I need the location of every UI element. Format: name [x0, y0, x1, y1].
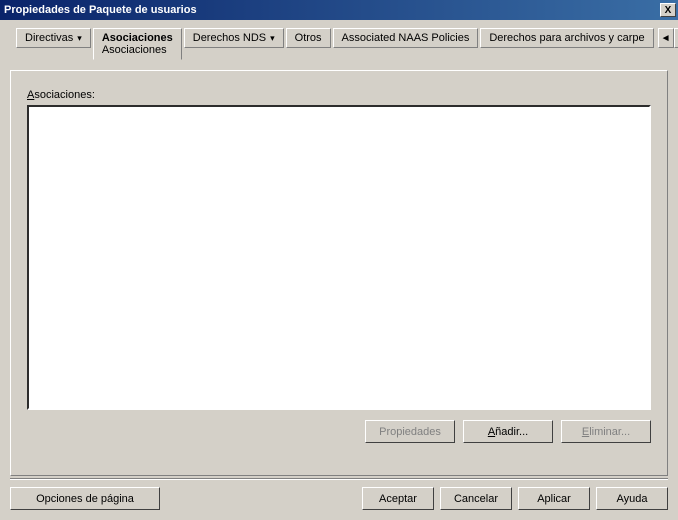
tab-derechos-archivos[interactable]: Derechos para archivos y carpe [480, 28, 653, 48]
tab-label: Directivas [25, 32, 73, 44]
button-label: Opciones de página [36, 493, 134, 505]
tab-label: Derechos para archivos y carpe [489, 32, 644, 44]
apply-button[interactable]: Aplicar [518, 487, 590, 510]
arrow-left-icon: ◄ [661, 33, 671, 44]
tab-label: Asociaciones [102, 32, 173, 44]
tab-asociaciones[interactable]: Asociaciones Asociaciones [93, 28, 182, 60]
tab-scroll: ◄ ► [658, 28, 678, 48]
ok-button[interactable]: Aceptar [362, 487, 434, 510]
client-area: Directivas ▾ Asociaciones Asociaciones De… [0, 20, 678, 520]
window-title: Propiedades de Paquete de usuarios [4, 4, 660, 16]
tab-scroll-left[interactable]: ◄ [658, 28, 674, 48]
tab-otros[interactable]: Otros [286, 28, 331, 48]
tab-label: Associated NAAS Policies [342, 32, 470, 44]
list-label-rest: sociaciones: [34, 89, 95, 101]
button-label: Eliminar... [582, 426, 630, 438]
button-label: Ayuda [617, 493, 648, 505]
cancel-button[interactable]: Cancelar [440, 487, 512, 510]
associations-listbox[interactable] [27, 105, 651, 410]
button-label: Aplicar [537, 493, 571, 505]
chevron-down-icon: ▾ [77, 33, 82, 43]
help-button[interactable]: Ayuda [596, 487, 668, 510]
tab-scroll-right[interactable]: ► [674, 28, 678, 48]
page-options-button[interactable]: Opciones de página [10, 487, 160, 510]
delete-button: Eliminar... [561, 420, 651, 443]
tab-label: Derechos NDS [193, 32, 266, 44]
button-label: Aceptar [379, 493, 417, 505]
button-label: Propiedades [379, 426, 441, 438]
add-button[interactable]: Añadir... [463, 420, 553, 443]
tab-panel: Asociaciones: Propiedades Añadir... Elim… [10, 70, 668, 476]
tab-associated-naas[interactable]: Associated NAAS Policies [333, 28, 479, 48]
panel-button-row: Propiedades Añadir... Eliminar... [27, 420, 651, 443]
tab-strip: Directivas ▾ Asociaciones Asociaciones De… [8, 28, 670, 60]
tab-label: Otros [295, 32, 322, 44]
close-icon: X [665, 5, 672, 16]
button-label: Añadir... [488, 426, 528, 438]
separator [10, 478, 668, 480]
title-bar: Propiedades de Paquete de usuarios X [0, 0, 678, 20]
dialog-button-row: Opciones de página Aceptar Cancelar Apli… [10, 487, 668, 510]
tab-derechos-nds[interactable]: Derechos NDS ▾ [184, 28, 284, 48]
tab-directivas[interactable]: Directivas ▾ [16, 28, 91, 48]
list-label: Asociaciones: [27, 89, 651, 101]
tab-sublabel: Asociaciones [102, 44, 167, 56]
button-label: Cancelar [454, 493, 498, 505]
chevron-down-icon: ▾ [270, 33, 275, 43]
properties-button: Propiedades [365, 420, 455, 443]
close-button[interactable]: X [660, 3, 676, 17]
